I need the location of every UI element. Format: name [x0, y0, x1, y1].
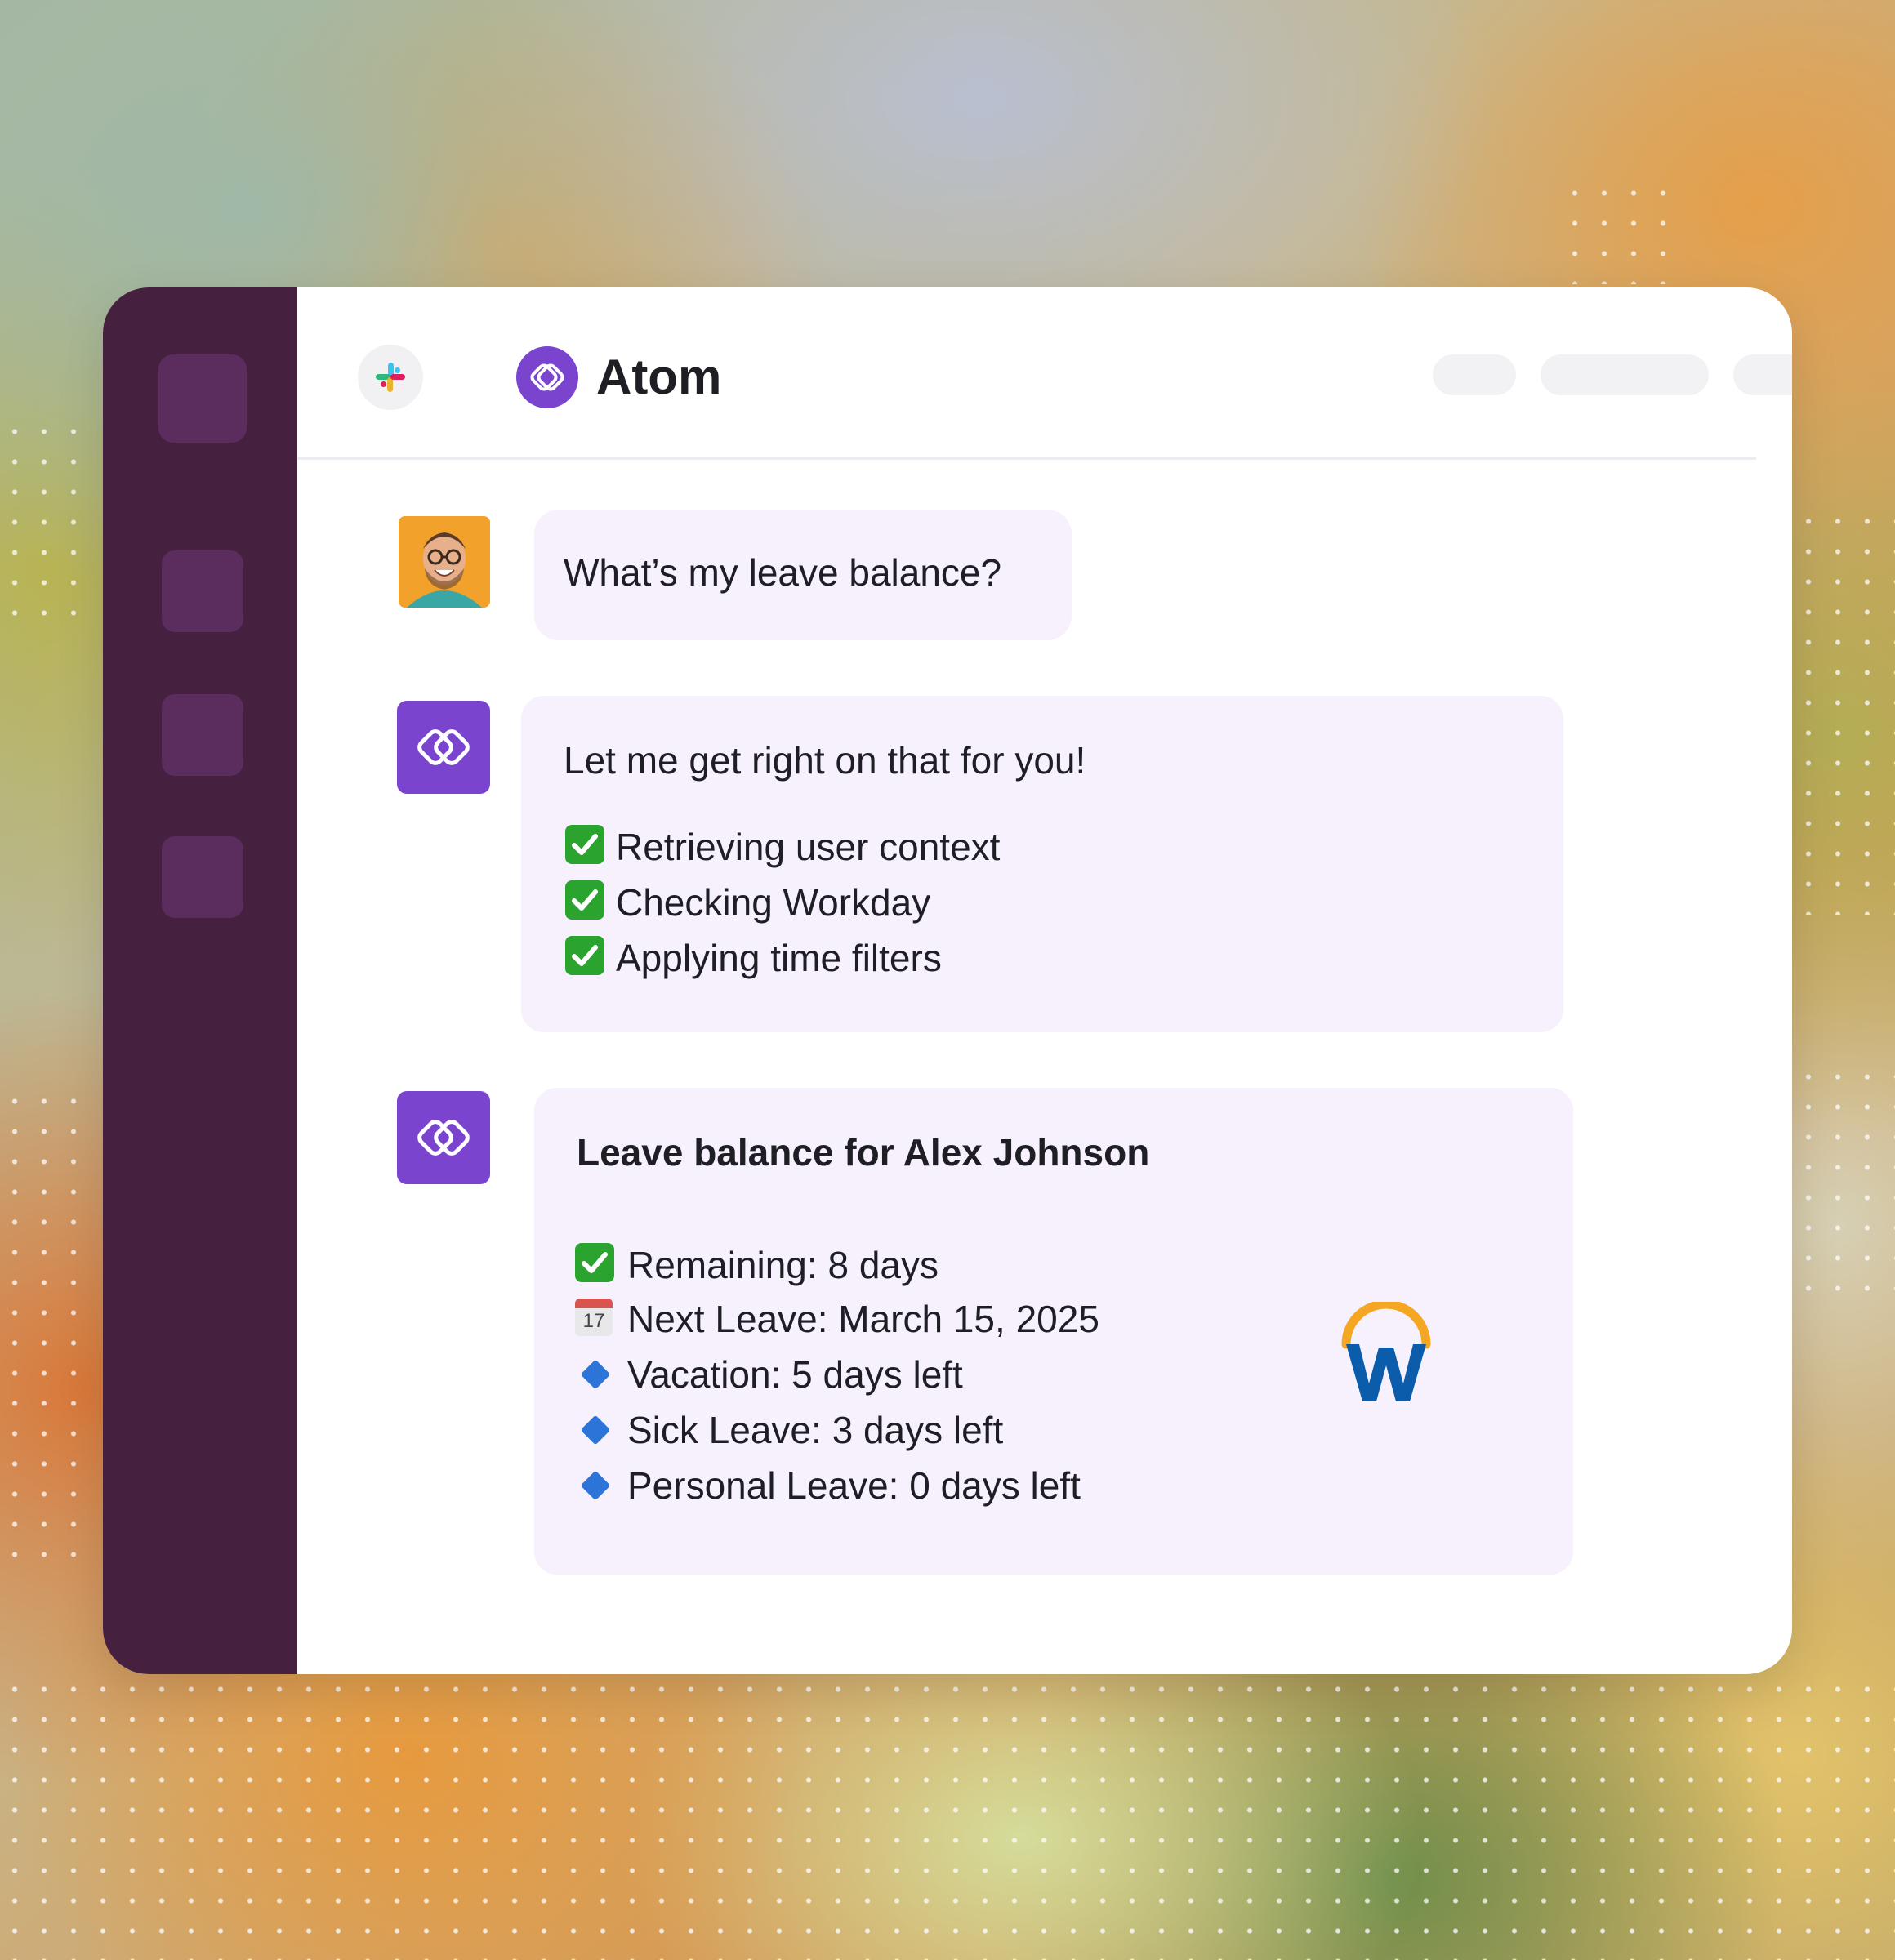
background-dots-top-right: [1560, 178, 1674, 284]
atom-logo-icon: [516, 346, 578, 408]
bot-reply-intro: Let me get right on that for you!: [564, 739, 1086, 782]
calendar-icon: 17: [575, 1298, 613, 1336]
step-text-1: Retrieving user context: [616, 826, 1001, 868]
sidebar: [103, 287, 297, 1674]
sidebar-item-2[interactable]: [162, 550, 243, 632]
chat-header: Atom: [297, 287, 1792, 457]
next-leave-text: Next Leave: March 15, 2025: [627, 1298, 1099, 1340]
step-text-2: Checking Workday: [616, 881, 931, 924]
user-message-text: What’s my leave balance?: [564, 551, 1002, 594]
bot-avatar-1: [397, 701, 490, 794]
background-dots-right-lower: [1794, 1062, 1895, 1307]
sidebar-item-1[interactable]: [158, 354, 247, 443]
check-mark-icon: [565, 825, 604, 864]
leave-balance-card: Leave balance for Alex Johnson Remaining…: [534, 1088, 1573, 1575]
blue-diamond-icon: [580, 1359, 611, 1390]
calendar-day: 17: [582, 1310, 605, 1332]
background-dots-left: [0, 416, 98, 621]
user-message-bubble: What’s my leave balance?: [534, 510, 1072, 640]
check-mark-icon: [565, 880, 604, 920]
sick-leave-text: Sick Leave: 3 days left: [627, 1409, 1004, 1451]
workday-logo: [1340, 1299, 1433, 1408]
user-avatar: [399, 516, 490, 608]
sidebar-item-3[interactable]: [162, 694, 243, 776]
bot-avatar-2: [397, 1091, 490, 1184]
step-text-3: Applying time filters: [616, 937, 942, 979]
header-action-2[interactable]: [1541, 354, 1709, 395]
blue-diamond-icon: [580, 1414, 611, 1446]
bot-reply-bubble: Let me get right on that for you! Retrie…: [521, 696, 1563, 1032]
check-mark-icon: [565, 936, 604, 975]
blue-diamond-icon: [580, 1470, 611, 1501]
background-dots-left-lower: [0, 1086, 98, 1576]
slack-icon: [358, 345, 423, 410]
background-dots-bottom: [0, 1674, 1895, 1960]
check-mark-icon: [575, 1243, 614, 1282]
header-action-3[interactable]: [1733, 354, 1792, 395]
header-divider: [297, 457, 1756, 460]
sidebar-item-4[interactable]: [162, 836, 243, 918]
remaining-text: Remaining: 8 days: [627, 1244, 939, 1286]
background-dots-right: [1794, 506, 1895, 915]
vacation-text: Vacation: 5 days left: [627, 1353, 963, 1396]
app-window: Atom What’s my leave balance? Let me get…: [103, 287, 1792, 1674]
leave-balance-title: Leave balance for Alex Johnson: [577, 1131, 1150, 1174]
header-action-1[interactable]: [1433, 354, 1516, 395]
app-title: Atom: [596, 350, 722, 404]
personal-leave-text: Personal Leave: 0 days left: [627, 1464, 1081, 1507]
